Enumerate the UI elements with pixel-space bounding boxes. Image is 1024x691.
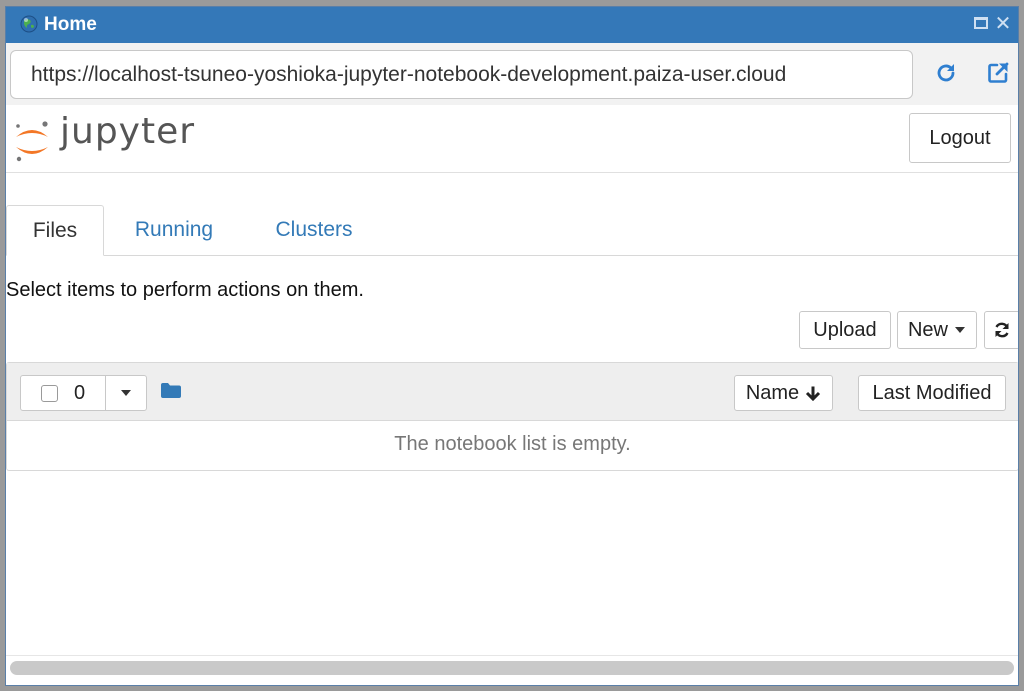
upload-label: Upload	[813, 318, 877, 341]
jupyter-header: jupyter Logout	[6, 105, 1018, 173]
sort-by-last-modified-button[interactable]: Last Modified	[858, 375, 1006, 411]
maximize-icon[interactable]	[974, 17, 988, 29]
browser-window: Home ✕ jupyter Logout Files	[5, 6, 1019, 686]
horizontal-scrollbar[interactable]	[10, 661, 1014, 675]
url-input[interactable]	[11, 51, 912, 98]
sort-name-label: Name	[745, 381, 800, 404]
divider	[6, 655, 1018, 656]
logout-button[interactable]: Logout	[909, 113, 1011, 163]
empty-list-message: The notebook list is empty.	[394, 433, 631, 455]
upload-button[interactable]: Upload	[799, 311, 891, 349]
select-all-checkbox[interactable]	[41, 385, 58, 402]
selected-count: 0	[74, 382, 86, 404]
notebook-list-header: 0 Name Last Modified	[7, 363, 1018, 421]
select-menu-button[interactable]	[105, 375, 147, 411]
tab-running[interactable]: Running	[114, 205, 234, 255]
sort-by-name-button[interactable]: Name	[734, 375, 833, 411]
reload-icon[interactable]	[934, 61, 958, 85]
external-link-icon[interactable]	[986, 61, 1010, 85]
window-title: Home	[44, 14, 97, 35]
window-titlebar[interactable]: Home ✕	[6, 7, 1018, 43]
address-bar-row	[6, 43, 1018, 105]
tab-files[interactable]: Files	[6, 205, 104, 256]
refresh-icon	[995, 322, 1009, 338]
caret-down-icon	[121, 390, 131, 396]
refresh-button[interactable]	[984, 311, 1018, 349]
folder-icon[interactable]	[160, 382, 182, 399]
caret-down-icon	[955, 327, 965, 333]
select-all-button[interactable]: 0	[20, 375, 106, 411]
new-dropdown-button[interactable]: New	[897, 311, 977, 349]
close-icon[interactable]: ✕	[994, 12, 1012, 36]
tab-clusters[interactable]: Clusters	[254, 205, 374, 255]
notebook-list: 0 Name Last Modified The notebook list i…	[6, 362, 1018, 471]
address-bar[interactable]	[10, 50, 913, 99]
last-modified-label: Last Modified	[872, 381, 992, 404]
tab-bar: Files Running Clusters	[6, 205, 1018, 256]
jupyter-logo-icon[interactable]	[12, 117, 52, 165]
arrow-down-icon	[806, 386, 821, 401]
new-label: New	[907, 318, 948, 341]
globe-icon	[20, 15, 38, 33]
selection-hint: Select items to perform actions on them.	[6, 279, 364, 301]
jupyter-brand[interactable]: jupyter	[60, 111, 195, 152]
